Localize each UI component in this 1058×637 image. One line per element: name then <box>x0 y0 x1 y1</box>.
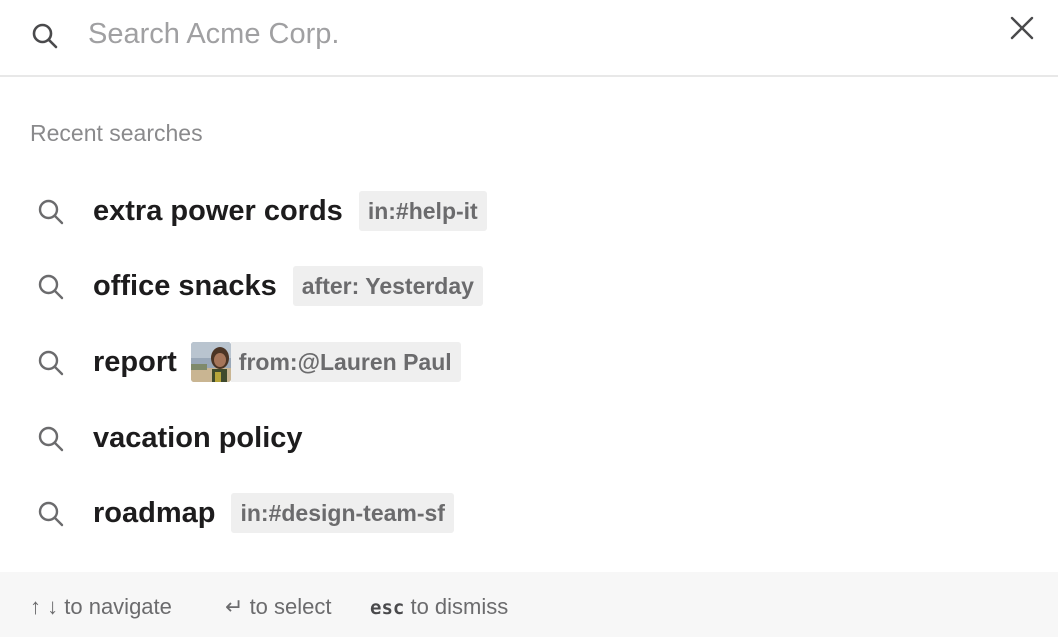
recent-search-item[interactable]: office snacks after: Yesterday <box>0 256 1058 316</box>
search-modifier-badge: in:#help-it <box>358 191 487 231</box>
recent-search-item[interactable]: report from:@Lauren Paul <box>0 332 1058 392</box>
search-icon <box>38 199 64 225</box>
search-modifier-badge: in:#design-team-sf <box>231 493 454 533</box>
search-modifier-badge: after: Yesterday <box>292 266 483 306</box>
recent-search-item[interactable]: vacation policy <box>0 408 1058 468</box>
search-icon <box>32 23 58 49</box>
close-icon[interactable] <box>1002 8 1042 48</box>
select-hint: ↵ to select <box>225 594 332 620</box>
esc-key-label: esc <box>370 597 405 619</box>
search-icon <box>38 350 64 376</box>
select-hint-text: to select <box>249 594 332 619</box>
navigate-hint-text: to navigate <box>64 594 172 619</box>
search-modifier-badge: from:@Lauren Paul <box>230 342 461 382</box>
recent-search-query: roadmap <box>93 496 216 529</box>
navigate-hint: ↑ ↓ to navigate <box>30 594 172 620</box>
recent-search-query: extra power cords <box>93 194 343 227</box>
recent-search-query: office snacks <box>93 269 277 302</box>
arrow-keys-icon: ↑ ↓ <box>30 594 59 619</box>
enter-key-icon: ↵ <box>225 594 244 619</box>
search-icon <box>38 501 64 527</box>
recent-searches-label: Recent searches <box>30 120 203 146</box>
recent-search-query: vacation policy <box>93 421 303 454</box>
recent-search-item[interactable]: roadmap in:#design-team-sf <box>0 483 1058 543</box>
recent-search-query: report <box>93 345 177 378</box>
keyboard-hints-footer: ↑ ↓ to navigate ↵ to select esc to dismi… <box>0 572 1058 637</box>
dismiss-hint-text: to dismiss <box>410 594 509 619</box>
recent-search-item[interactable]: extra power cords in:#help-it <box>0 181 1058 241</box>
search-bar <box>0 0 1058 77</box>
search-icon <box>38 426 64 452</box>
search-input[interactable] <box>88 12 968 56</box>
user-avatar <box>190 342 231 382</box>
search-icon <box>38 274 64 300</box>
dismiss-hint: esc to dismiss <box>370 594 508 620</box>
